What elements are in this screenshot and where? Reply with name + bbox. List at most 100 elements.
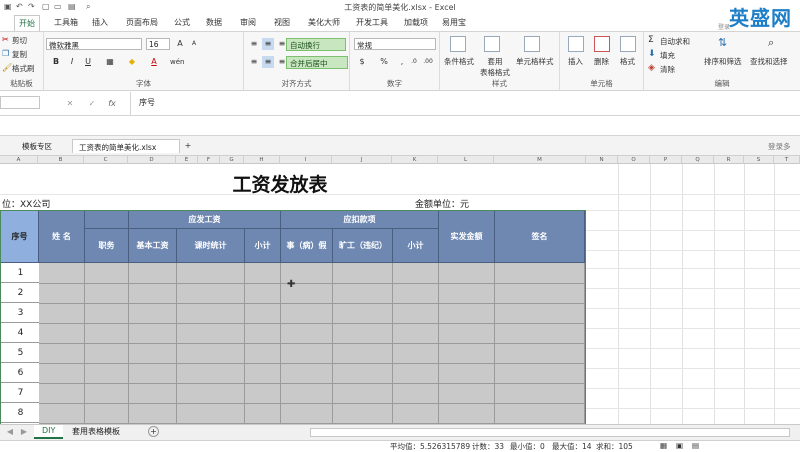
autosum-icon[interactable]: Σ	[648, 35, 654, 45]
column-header-q[interactable]: Q	[682, 156, 714, 164]
font-name-combo[interactable]: 微软雅黑	[46, 38, 142, 50]
column-header-b[interactable]: B	[38, 156, 84, 164]
sort-filter-icon[interactable]: ⇅	[718, 36, 727, 49]
header-leave[interactable]: 事（病）假	[281, 229, 333, 263]
add-sheet-icon[interactable]: +	[148, 426, 159, 437]
column-header-d[interactable]: D	[128, 156, 176, 164]
currency-icon[interactable]: $	[356, 56, 368, 68]
tab-developer[interactable]: 开发工具	[356, 17, 388, 28]
row-number-5[interactable]: 5	[1, 343, 41, 363]
tab-formulas[interactable]: 公式	[174, 17, 190, 28]
clear-icon[interactable]: ◈	[648, 63, 655, 73]
header-position[interactable]: 职务	[85, 229, 129, 263]
align-center-icon[interactable]: ≡	[262, 56, 274, 68]
tab-home[interactable]: 开始	[14, 15, 40, 31]
find-select-icon[interactable]: ⌕	[768, 36, 774, 50]
column-header-c[interactable]: C	[84, 156, 128, 164]
header-name[interactable]: 姓 名	[39, 211, 85, 263]
number-format-combo[interactable]: 常规	[354, 38, 436, 50]
table-format-button[interactable]: 套用 表格格式	[480, 56, 510, 78]
conditional-format-button[interactable]: 条件格式	[444, 56, 474, 67]
login-link[interactable]: 登录	[718, 22, 730, 31]
row-number-7[interactable]: 7	[1, 383, 41, 403]
column-header-e[interactable]: E	[176, 156, 198, 164]
phonetic-icon[interactable]: wén	[170, 56, 184, 68]
format-cells-button[interactable]: 格式	[620, 56, 635, 67]
name-box[interactable]	[0, 96, 40, 109]
header-blank[interactable]	[85, 211, 129, 229]
insert-cells-button[interactable]: 插入	[568, 56, 583, 67]
fill-icon[interactable]: ⬇	[648, 49, 656, 59]
page-layout-view-icon[interactable]: ▣	[676, 441, 683, 450]
login-more-link[interactable]: 登录多	[762, 139, 797, 153]
autosum-button[interactable]: 自动求和	[660, 36, 690, 47]
column-header-l[interactable]: L	[438, 156, 494, 164]
file-tab[interactable]: 工资表的简单美化.xlsx	[72, 139, 180, 153]
cut-icon[interactable]: ✂	[2, 35, 9, 44]
align-top-icon[interactable]: ≡	[248, 38, 260, 50]
tab-insert[interactable]: 插入	[92, 17, 108, 28]
amount-unit-label[interactable]: 金额单位：元	[415, 197, 469, 210]
confirm-icon[interactable]: ✓	[86, 98, 98, 110]
find-select-button[interactable]: 查找和选择	[750, 56, 788, 67]
grow-font-icon[interactable]: A	[174, 38, 186, 50]
column-header-r[interactable]: R	[714, 156, 744, 164]
align-middle-icon[interactable]: ≡	[262, 38, 274, 50]
row-number-2[interactable]: 2	[1, 283, 41, 303]
tab-page-layout[interactable]: 页面布局	[126, 17, 158, 28]
column-header-a[interactable]: A	[0, 156, 38, 164]
row-number-8[interactable]: 8	[1, 403, 41, 423]
next-sheet-icon[interactable]: ▶	[18, 426, 30, 438]
row-number-3[interactable]: 3	[1, 303, 41, 323]
column-header-o[interactable]: O	[618, 156, 650, 164]
bold-icon[interactable]: B	[50, 56, 62, 68]
format-painter-icon[interactable]: 🖌	[2, 63, 12, 72]
row-number-1[interactable]: 1	[1, 263, 41, 283]
column-header-p[interactable]: P	[650, 156, 682, 164]
company-unit-label[interactable]: 位：XX公司	[2, 197, 50, 210]
add-tab-icon[interactable]: +	[182, 140, 194, 152]
align-left-icon[interactable]: ≡	[248, 56, 260, 68]
sheet-title[interactable]: 工资发放表	[200, 170, 360, 197]
italic-icon[interactable]: I	[66, 56, 78, 68]
cut-button[interactable]: 剪切	[12, 35, 27, 46]
column-header-h[interactable]: H	[244, 156, 280, 164]
column-header-i[interactable]: I	[280, 156, 332, 164]
tab-view[interactable]: 视图	[274, 17, 290, 28]
sheet-tab-diy[interactable]: DIY	[34, 425, 64, 439]
fill-button[interactable]: 填充	[660, 50, 675, 61]
cell-styles-icon[interactable]	[524, 36, 540, 52]
column-header-k[interactable]: K	[392, 156, 438, 164]
sort-filter-button[interactable]: 排序和筛选	[704, 56, 742, 67]
row-number-6[interactable]: 6	[1, 363, 41, 383]
clear-button[interactable]: 清除	[660, 64, 675, 75]
header-deduction[interactable]: 应扣款项	[281, 211, 439, 229]
comma-icon[interactable]: ,	[396, 56, 408, 68]
increase-decimal-icon[interactable]: .0	[408, 56, 420, 68]
copy-icon[interactable]: ❐	[2, 49, 9, 58]
header-payable[interactable]: 应发工资	[129, 211, 281, 229]
tab-beautify-master[interactable]: 美化大师	[308, 17, 340, 28]
column-header-j[interactable]: J	[332, 156, 392, 164]
prev-sheet-icon[interactable]: ◀	[4, 426, 16, 438]
header-class-hours[interactable]: 课时统计	[177, 229, 245, 263]
font-size-combo[interactable]: 16	[146, 38, 170, 50]
decrease-decimal-icon[interactable]: .00	[422, 56, 434, 68]
header-sign[interactable]: 签名	[495, 211, 585, 263]
tab-toolbox[interactable]: 工具箱	[54, 17, 78, 28]
conditional-format-icon[interactable]	[450, 36, 466, 52]
sheet-tab-template[interactable]: 套用表格模板	[64, 425, 128, 439]
template-zone-tab[interactable]: 模板专区	[16, 139, 58, 153]
page-break-view-icon[interactable]: ▤	[692, 441, 699, 450]
delete-cells-icon[interactable]	[594, 36, 610, 52]
column-header-t[interactable]: T	[774, 156, 800, 164]
header-subtotal[interactable]: 小计	[245, 229, 281, 263]
column-header-n[interactable]: N	[586, 156, 618, 164]
column-header-f[interactable]: F	[198, 156, 220, 164]
wrap-text-button[interactable]: 自动换行	[286, 38, 346, 51]
header-seq[interactable]: 序号	[1, 211, 39, 263]
percent-icon[interactable]: %	[378, 56, 390, 68]
horizontal-scrollbar[interactable]	[310, 428, 790, 437]
column-header-s[interactable]: S	[744, 156, 774, 164]
delete-cells-button[interactable]: 删除	[594, 56, 609, 67]
